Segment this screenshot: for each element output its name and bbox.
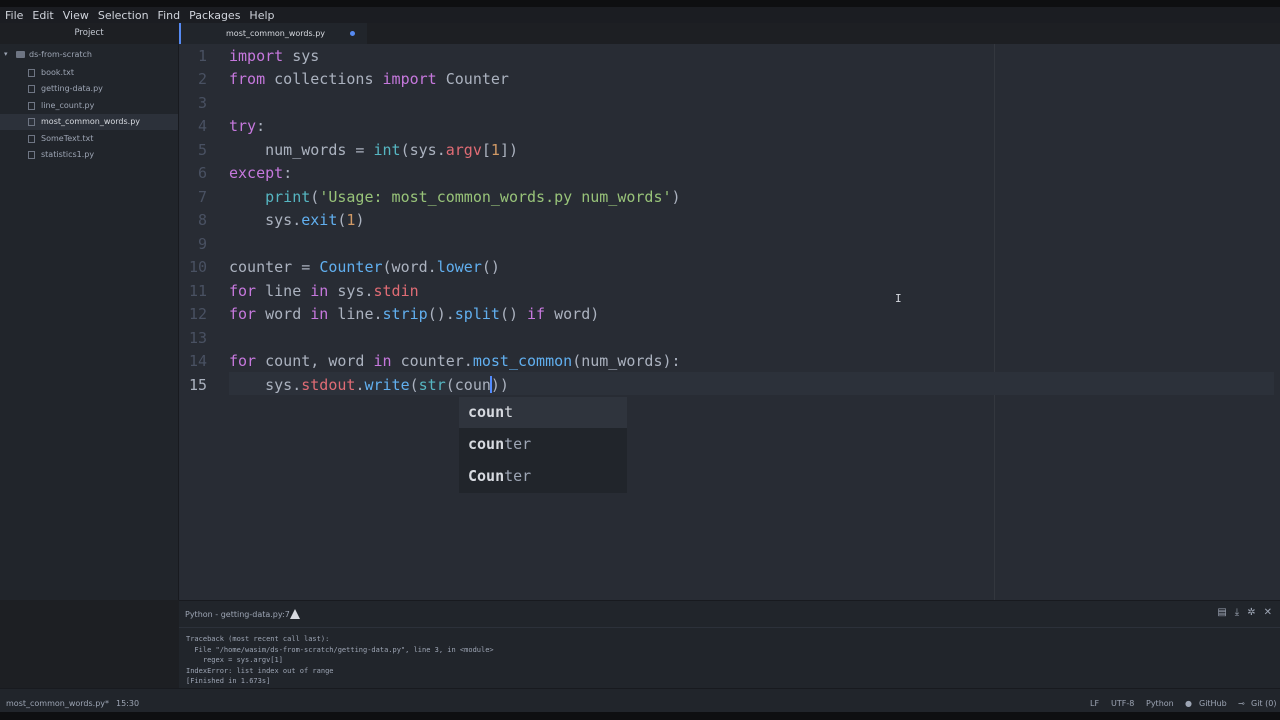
settings-icon[interactable]: ✲	[1247, 607, 1255, 618]
output-line: IndexError: list index out of range	[186, 666, 334, 675]
line-number-current: 15	[188, 376, 207, 394]
tab-title: most_common_words.py	[226, 29, 326, 38]
file-icon	[28, 85, 35, 93]
file-label: SomeText.txt	[41, 134, 94, 143]
tree-file-sometext[interactable]: SomeText.txt	[0, 131, 178, 147]
file-label: most_common_words.py	[41, 117, 141, 126]
file-label: book.txt	[41, 68, 75, 77]
code-line-current: sys.stdout.write(str(coun))	[229, 376, 509, 394]
tree-file-line-count[interactable]: line_count.py	[0, 98, 178, 114]
tree-root-folder[interactable]: ▾ ds-from-scratch	[4, 48, 92, 60]
output-line: Traceback (most recent call last):	[186, 635, 330, 643]
warning-icon	[290, 609, 300, 619]
menu-packages[interactable]: Packages	[184, 9, 244, 22]
autocomplete-label: count	[468, 403, 514, 421]
code-line: print('Usage: most_common_words.py num_w…	[265, 188, 681, 206]
autocomplete-label: Counter	[468, 467, 532, 485]
project-tree: ▾ ds-from-scratch book.txt getting-data.…	[0, 44, 179, 600]
wrap-guide	[994, 44, 995, 600]
tree-file-most-common-words[interactable]: most_common_words.py	[0, 114, 178, 130]
menu-bar: File Edit View Selection Find Packages H…	[0, 7, 1280, 23]
panel-header: Python - getting-data.py:7 ▤ ⤓ ✲ ✕	[179, 601, 1280, 628]
autocomplete-item-Counter[interactable]: Counter	[459, 461, 627, 492]
file-icon	[28, 118, 35, 126]
code-editor[interactable]: 1 2 3 4 5 6 7 8 9 10 11 12 13 14 15 impo…	[179, 44, 1280, 600]
close-icon[interactable]: ✕	[1264, 607, 1272, 618]
folder-icon	[16, 50, 25, 58]
chevron-down-icon: ▾	[4, 50, 8, 58]
code-line: num_words = int(sys.argv[1])	[229, 141, 518, 159]
status-bar: most_common_words.py* 15:30 LF UTF-8 Pyt…	[0, 688, 1280, 713]
file-icon	[28, 151, 35, 159]
line-number: 11	[188, 282, 207, 300]
project-panel-title[interactable]: Project	[0, 23, 178, 44]
autocomplete-item-count[interactable]: count	[459, 397, 627, 428]
panel-toolbar: ▤ ⤓ ✲ ✕	[1217, 607, 1272, 618]
tree-file-statistics1[interactable]: statistics1.py	[0, 147, 178, 163]
code-line: except:	[229, 164, 293, 182]
line-number: 12	[188, 305, 207, 323]
output-line: [Finished in 1.673s]	[186, 677, 271, 685]
code-line: sys.exit(1)	[229, 211, 365, 229]
modified-indicator-icon[interactable]	[350, 31, 355, 36]
code-line: import sys	[229, 47, 320, 65]
code-line: for count, word in counter.most_common(n…	[229, 352, 681, 370]
root-folder-label: ds-from-scratch	[29, 49, 92, 59]
line-number: 3	[197, 94, 207, 112]
panel-title: Python - getting-data.py:7	[185, 610, 290, 619]
file-icon	[28, 135, 35, 143]
line-number: 4	[197, 117, 207, 135]
line-number: 14	[188, 352, 207, 370]
code-line: from collections import Counter	[229, 70, 509, 88]
tab-most-common-words[interactable]: most_common_words.py	[179, 23, 367, 44]
menu-selection[interactable]: Selection	[93, 9, 153, 22]
line-number: 10	[188, 258, 207, 276]
menu-view[interactable]: View	[58, 9, 93, 22]
bottom-strip	[0, 712, 1280, 720]
line-number: 6	[197, 164, 207, 182]
file-icon	[28, 69, 35, 77]
output-line: regex = sys.argv[1]	[186, 656, 283, 664]
menu-find[interactable]: Find	[153, 9, 185, 22]
file-label: getting-data.py	[41, 84, 103, 93]
file-label: line_count.py	[41, 101, 95, 110]
code-line: for word in line.strip().split() if word…	[229, 305, 600, 323]
line-number: 9	[197, 235, 207, 253]
file-icon	[28, 102, 35, 110]
line-number: 1	[197, 47, 207, 65]
autocomplete-item-counter[interactable]: counter	[459, 429, 627, 460]
menu-help[interactable]: Help	[244, 9, 278, 22]
line-number: 2	[197, 70, 207, 88]
autocomplete-popup: count counter Counter	[459, 397, 627, 493]
mouse-ibeam-icon: I	[895, 292, 902, 305]
file-label: statistics1.py	[41, 150, 95, 159]
menu-file[interactable]: File	[0, 9, 27, 22]
tree-file-book[interactable]: book.txt	[0, 65, 178, 81]
top-strip	[0, 0, 1280, 7]
code-line: counter = Counter(word.lower()	[229, 258, 500, 276]
line-number: 13	[188, 329, 207, 347]
line-number: 7	[197, 188, 207, 206]
code-line: try:	[229, 117, 266, 135]
autocomplete-label: counter	[468, 435, 532, 453]
menu-edit[interactable]: Edit	[27, 9, 57, 22]
code-line: for line in sys.stdin	[229, 282, 419, 300]
tree-file-getting-data[interactable]: getting-data.py	[0, 81, 178, 97]
line-number: 8	[197, 211, 207, 229]
script-output-panel: Python - getting-data.py:7 ▤ ⤓ ✲ ✕ Trace…	[179, 600, 1280, 689]
output-line: File "/home/wasim/ds-from-scratch/gettin…	[186, 645, 494, 654]
line-number: 5	[197, 141, 207, 159]
panel-output: Traceback (most recent call last): File …	[186, 634, 494, 687]
text-cursor	[489, 376, 492, 393]
download-icon[interactable]: ⤓	[1235, 607, 1239, 618]
copy-icon[interactable]: ▤	[1217, 607, 1226, 618]
